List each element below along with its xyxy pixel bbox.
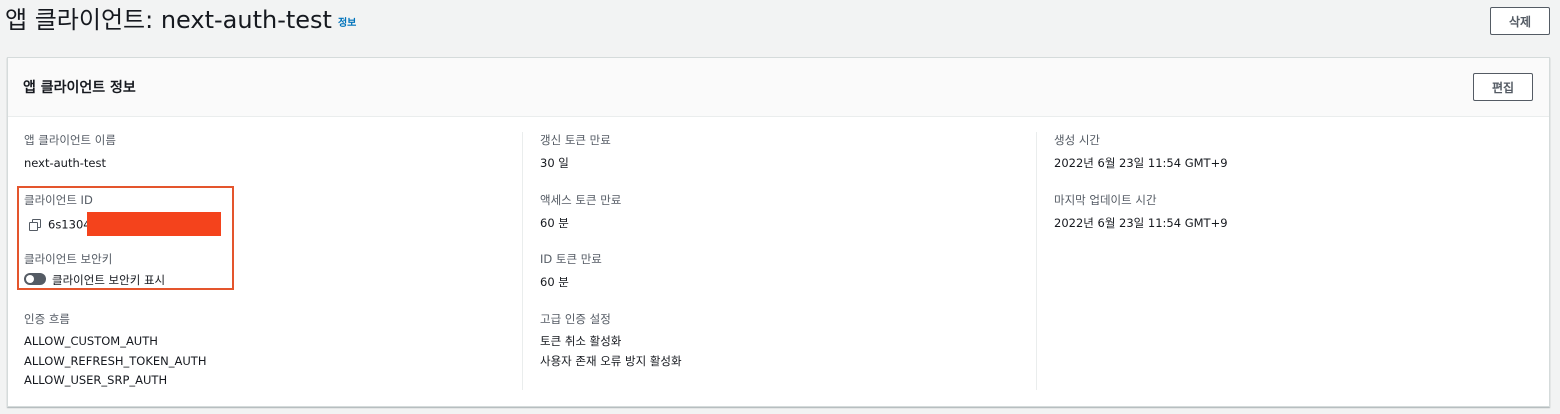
advanced-auth-item: 토큰 취소 활성화	[540, 334, 622, 348]
auth-flow-list: ALLOW_CUSTOM_AUTH ALLOW_REFRESH_TOKEN_AU…	[24, 332, 206, 391]
id-token-field: ID 토큰 만료 60 분	[540, 251, 602, 292]
advanced-auth-field: 고급 인증 설정 토큰 취소 활성화 사용자 존재 오류 방지 활성화	[540, 311, 682, 371]
auth-flow-item: ALLOW_USER_SRP_AUTH	[24, 373, 168, 387]
updated-time-label: 마지막 업데이트 시간	[1054, 193, 1157, 207]
auth-flow-label: 인증 흐름	[24, 312, 70, 326]
created-time-field: 생성 시간 2022년 6월 23일 11:54 GMT+9	[1054, 132, 1228, 173]
id-token-label: ID 토큰 만료	[540, 252, 602, 266]
access-token-field: 액세스 토큰 만료 60 분	[540, 192, 621, 233]
access-token-label: 액세스 토큰 만료	[540, 193, 622, 207]
info-column-3: 생성 시간 2022년 6월 23일 11:54 GMT+9 마지막 업데이트 …	[1036, 132, 1536, 390]
panel-title: 앱 클라이언트 정보	[23, 80, 136, 96]
refresh-token-label: 갱신 토큰 만료	[540, 133, 611, 147]
highlight-box	[17, 186, 234, 290]
app-client-info-panel: 앱 클라이언트 정보 편집 앱 클라이언트 이름 next-auth-test …	[7, 57, 1550, 407]
client-name-value: next-auth-test	[24, 156, 106, 170]
auth-flow-field: 인증 흐름 ALLOW_CUSTOM_AUTH ALLOW_REFRESH_TO…	[24, 311, 206, 391]
updated-time-value: 2022년 6월 23일 11:54 GMT+9	[1054, 216, 1228, 230]
edit-button[interactable]: 편집	[1473, 73, 1533, 101]
client-name-label: 앱 클라이언트 이름	[24, 133, 116, 147]
access-token-value: 60 분	[540, 216, 569, 230]
advanced-auth-item: 사용자 존재 오류 방지 활성화	[540, 353, 682, 368]
auth-flow-item: ALLOW_CUSTOM_AUTH	[24, 334, 158, 348]
info-column-2: 갱신 토큰 만료 30 일 액세스 토큰 만료 60 분 ID 토큰 만료 60…	[522, 132, 1036, 390]
delete-button[interactable]: 삭제	[1490, 7, 1550, 35]
info-link[interactable]: 정보	[338, 8, 356, 40]
updated-time-field: 마지막 업데이트 시간 2022년 6월 23일 11:54 GMT+9	[1054, 192, 1228, 233]
page-title: 앱 클라이언트: next-auth-test 정보	[5, 4, 356, 40]
auth-flow-item: ALLOW_REFRESH_TOKEN_AUTH	[24, 353, 207, 368]
id-token-value: 60 분	[540, 275, 569, 289]
refresh-token-field: 갱신 토큰 만료 30 일	[540, 132, 611, 173]
advanced-auth-label: 고급 인증 설정	[540, 312, 611, 326]
created-time-value: 2022년 6월 23일 11:54 GMT+9	[1054, 156, 1228, 170]
advanced-auth-list: 토큰 취소 활성화 사용자 존재 오류 방지 활성화	[540, 332, 682, 371]
page-header: 앱 클라이언트: next-auth-test 정보 삭제	[0, 0, 1560, 50]
page-title-text: 앱 클라이언트: next-auth-test	[5, 6, 332, 34]
client-name-field: 앱 클라이언트 이름 next-auth-test	[24, 132, 116, 173]
refresh-token-value: 30 일	[540, 156, 569, 170]
panel-header: 앱 클라이언트 정보 편집	[8, 58, 1549, 117]
created-time-label: 생성 시간	[1054, 133, 1100, 147]
